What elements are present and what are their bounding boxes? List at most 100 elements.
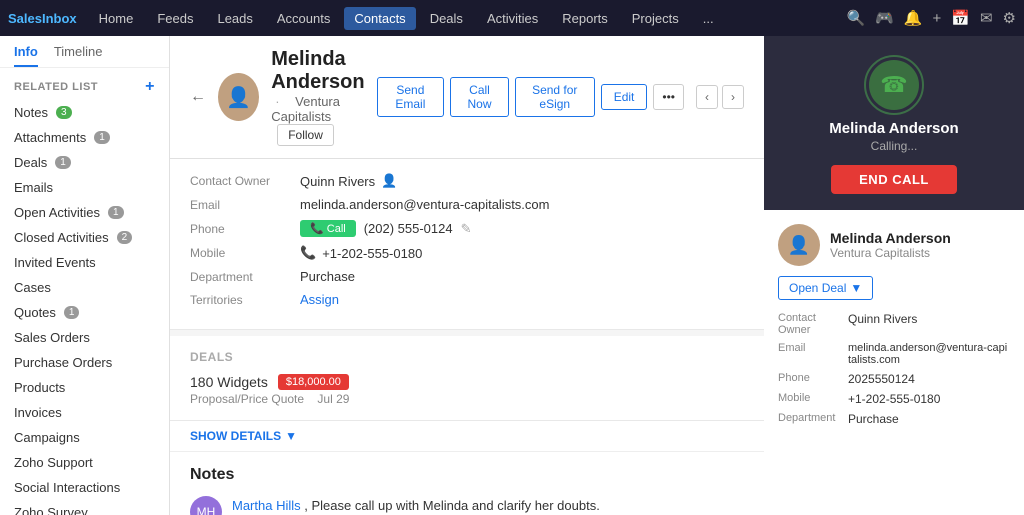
nav-projects[interactable]: Projects <box>622 7 689 30</box>
call-now-button[interactable]: Call Now <box>450 77 509 117</box>
nav-more[interactable]: ... <box>693 7 724 30</box>
nav-arrows: ‹ › <box>696 85 744 109</box>
attachments-badge: 1 <box>94 131 110 144</box>
card-owner-value: Quinn Rivers <box>848 312 917 336</box>
follow-button[interactable]: Follow <box>277 124 334 146</box>
show-details-button[interactable]: SHOW DETAILS ▼ <box>190 429 297 443</box>
sidebar-item-zoho-support[interactable]: Zoho Support <box>0 450 169 475</box>
card-phone-row: Phone 2025550124 <box>778 372 1010 386</box>
contact-header: ← 👤 Melinda Anderson · Ventura Capitalis… <box>170 36 764 159</box>
sidebar-item-invoices[interactable]: Invoices <box>0 400 169 425</box>
open-deal-button[interactable]: Open Deal ▼ <box>778 276 873 300</box>
more-options-button[interactable]: ••• <box>653 84 684 110</box>
sidebar-item-sales-orders[interactable]: Sales Orders <box>0 325 169 350</box>
top-navigation: SalesInbox Home Feeds Leads Accounts Con… <box>0 0 1024 36</box>
sidebar-item-cases[interactable]: Cases <box>0 275 169 300</box>
contact-avatar: 👤 <box>218 73 259 121</box>
card-owner-row: Contact Owner Quinn Rivers <box>778 312 1010 336</box>
sidebar-item-notes[interactable]: Notes 3 <box>0 100 169 125</box>
card-department-value: Purchase <box>848 412 899 426</box>
phone-edit-icon[interactable]: ✎ <box>461 221 472 237</box>
sidebar-item-social-interactions[interactable]: Social Interactions <box>0 475 169 500</box>
card-name-area: Melinda Anderson Ventura Capitalists <box>830 230 951 260</box>
settings-icon[interactable]: ⚙ <box>1003 9 1016 27</box>
territories-label: Territories <box>190 293 300 307</box>
send-email-button[interactable]: Send Email <box>377 77 445 117</box>
department-label: Department <box>190 270 300 284</box>
header-actions: Send Email Call Now Send for eSign Edit … <box>377 77 744 117</box>
sidebar-item-invited-events[interactable]: Invited Events <box>0 250 169 275</box>
card-mobile-value: +1-202-555-0180 <box>848 392 940 406</box>
open-activities-badge: 1 <box>108 206 124 219</box>
sidebar-item-open-activities[interactable]: Open Activities 1 <box>0 200 169 225</box>
deals-section-title: DEALS <box>190 350 744 364</box>
calling-status: Calling... <box>871 139 918 153</box>
card-email-label: Email <box>778 342 848 366</box>
contact-card: 👤 Melinda Anderson Ventura Capitalists O… <box>764 210 1024 515</box>
brand-logo[interactable]: SalesInbox <box>8 11 77 26</box>
email-label: Email <box>190 198 300 212</box>
right-panel: ☎ Melinda Anderson Calling... END CALL 👤… <box>764 36 1024 515</box>
tab-info[interactable]: Info <box>14 44 38 67</box>
card-email-row: Email melinda.anderson@ventura-capitalis… <box>778 342 1010 366</box>
related-list-title: RELATED LIST + <box>0 68 169 100</box>
card-phone-value: 2025550124 <box>848 372 915 386</box>
plus-icon[interactable]: + <box>933 10 942 27</box>
calendar-icon[interactable]: 📅 <box>951 9 970 27</box>
email-value: melinda.anderson@ventura-capitalists.com <box>300 197 549 212</box>
sidebar-item-closed-activities[interactable]: Closed Activities 2 <box>0 225 169 250</box>
department-row: Department Purchase <box>190 269 744 284</box>
sidebar-item-quotes[interactable]: Quotes 1 <box>0 300 169 325</box>
calling-contact-name: Melinda Anderson <box>829 120 958 137</box>
tab-timeline[interactable]: Timeline <box>54 44 103 67</box>
closed-activities-badge: 2 <box>117 231 133 244</box>
sidebar-item-emails[interactable]: Emails <box>0 175 169 200</box>
nav-reports[interactable]: Reports <box>552 7 618 30</box>
nav-accounts[interactable]: Accounts <box>267 7 340 30</box>
prev-contact-button[interactable]: ‹ <box>696 85 718 109</box>
bell-icon[interactable]: 🔔 <box>904 9 923 27</box>
note-author-link-1[interactable]: Martha Hills <box>232 498 301 513</box>
contact-owner-label: Contact Owner <box>190 174 300 188</box>
email-icon[interactable]: ✉ <box>980 9 993 27</box>
deals-badge: 1 <box>55 156 71 169</box>
notes-section: Notes MH Martha Hills , Please call up w… <box>170 452 764 515</box>
nav-home[interactable]: Home <box>89 7 144 30</box>
quotes-badge: 1 <box>64 306 80 319</box>
nav-activities[interactable]: Activities <box>477 7 548 30</box>
sidebar-item-deals[interactable]: Deals 1 <box>0 150 169 175</box>
nav-feeds[interactable]: Feeds <box>147 7 203 30</box>
nav-contacts[interactable]: Contacts <box>344 7 415 30</box>
search-icon[interactable]: 🔍 <box>846 9 865 27</box>
end-call-button[interactable]: END CALL <box>831 165 957 194</box>
contact-name-area: Melinda Anderson · Ventura Capitalists F… <box>271 48 364 146</box>
edit-button[interactable]: Edit <box>601 84 648 110</box>
deal-amount: $18,000.00 <box>278 374 349 390</box>
phone-call-button[interactable]: 📞 Call <box>300 220 356 237</box>
deals-section: DEALS 180 Widgets $18,000.00 Proposal/Pr… <box>170 336 764 421</box>
send-esign-button[interactable]: Send for eSign <box>515 77 595 117</box>
add-related-icon[interactable]: + <box>145 78 155 96</box>
main-content: ← 👤 Melinda Anderson · Ventura Capitalis… <box>170 36 764 515</box>
phone-row: Phone 📞 Call (202) 555-0124 ✎ <box>190 220 744 237</box>
sidebar-item-products[interactable]: Products <box>0 375 169 400</box>
mobile-row: Mobile 📞 +1-202-555-0180 <box>190 245 744 261</box>
sidebar-item-attachments[interactable]: Attachments 1 <box>0 125 169 150</box>
card-owner-label: Contact Owner <box>778 312 848 336</box>
main-layout: Info Timeline RELATED LIST + Notes 3 Att… <box>0 36 1024 515</box>
nav-deals[interactable]: Deals <box>420 7 473 30</box>
next-contact-button[interactable]: › <box>722 85 744 109</box>
gamepad-icon[interactable]: 🎮 <box>875 9 894 27</box>
sidebar-item-purchase-orders[interactable]: Purchase Orders <box>0 350 169 375</box>
territories-assign-link[interactable]: Assign <box>300 292 339 307</box>
mobile-label: Mobile <box>190 246 300 260</box>
card-contact-name: Melinda Anderson <box>830 230 951 246</box>
department-value: Purchase <box>300 269 355 284</box>
deal-name[interactable]: 180 Widgets <box>190 374 268 390</box>
sidebar-item-campaigns[interactable]: Campaigns <box>0 425 169 450</box>
nav-leads[interactable]: Leads <box>207 7 262 30</box>
back-button[interactable]: ← <box>190 88 206 106</box>
phone-value: (202) 555-0124 <box>364 221 453 236</box>
sidebar-item-zoho-survey[interactable]: Zoho Survey <box>0 500 169 515</box>
nav-right-icons: 🔍 🎮 🔔 + 📅 ✉ ⚙ <box>846 9 1016 27</box>
